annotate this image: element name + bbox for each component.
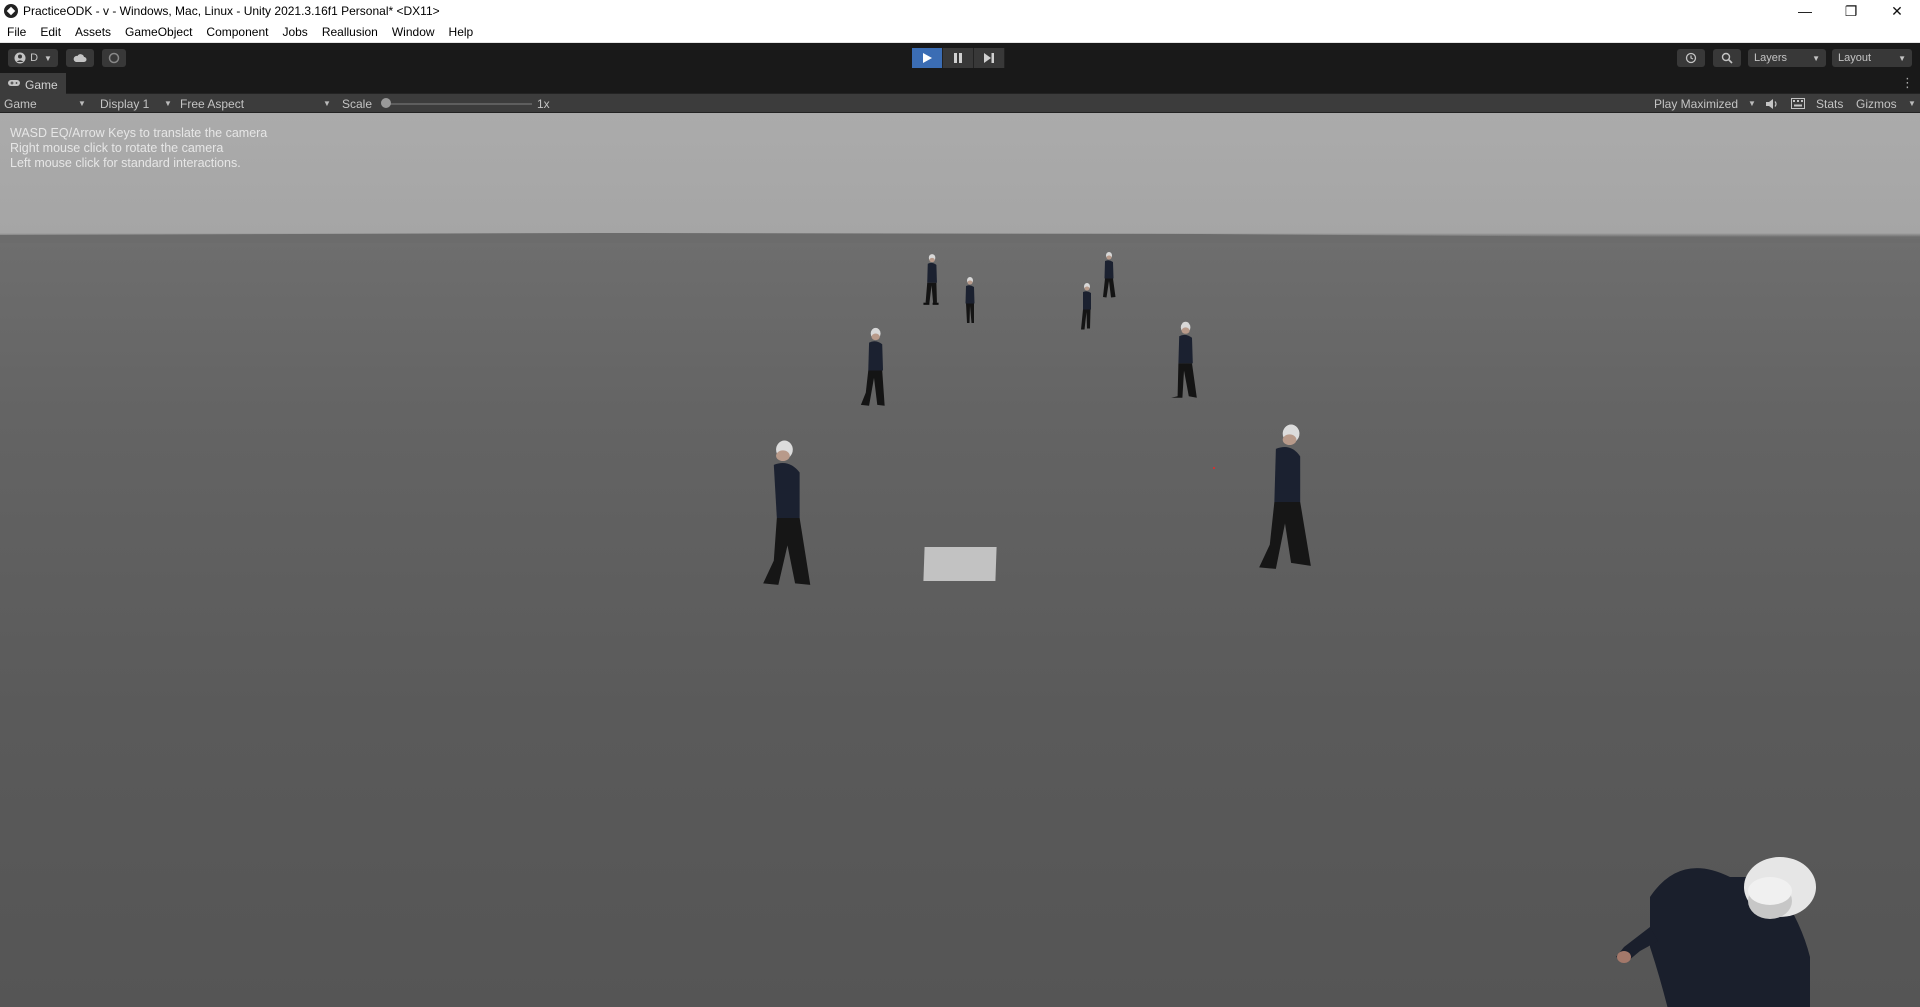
step-button[interactable] <box>974 48 1005 68</box>
chevron-down-icon: ▼ <box>323 99 331 108</box>
tab-game-label: Game <box>25 77 58 92</box>
shortcut-overlay-button[interactable] <box>1791 94 1805 113</box>
kebab-menu-icon[interactable]: ⋮ <box>1901 75 1914 91</box>
window-title-bar: PracticeODK - v - Windows, Mac, Linux - … <box>0 0 1920 22</box>
chevron-down-icon: ▼ <box>1898 53 1906 63</box>
collab-icon <box>108 52 120 64</box>
aspect-select[interactable]: Free Aspect ▼ <box>180 94 334 113</box>
pause-button[interactable] <box>943 48 974 68</box>
search-button[interactable] <box>1713 49 1741 67</box>
account-icon <box>14 52 26 64</box>
scale-slider-track[interactable] <box>386 103 532 105</box>
instruction-line: Right mouse click to rotate the camera <box>10 141 224 155</box>
ground-plane-marker <box>923 547 997 581</box>
instruction-line: WASD EQ/Arrow Keys to translate the came… <box>10 126 268 140</box>
character-figure <box>860 327 885 406</box>
gizmos-dropdown[interactable]: Gizmos ▼ <box>1856 94 1916 113</box>
view-select-value: Game <box>4 96 37 111</box>
step-icon <box>984 53 994 63</box>
character-figure <box>923 254 939 305</box>
account-label: D <box>30 52 39 64</box>
character-figure <box>1103 252 1116 298</box>
cloud-icon <box>73 54 87 62</box>
layers-dropdown[interactable]: Layers ▼ <box>1748 49 1826 67</box>
layout-dropdown[interactable]: Layout ▼ <box>1832 49 1912 67</box>
close-icon[interactable]: ✕ <box>1874 0 1920 22</box>
menu-gameobject[interactable]: GameObject <box>118 25 199 39</box>
target-marker <box>1213 467 1215 469</box>
account-dropdown[interactable]: D ▼ <box>8 49 58 67</box>
chevron-down-icon: ▼ <box>1812 53 1820 63</box>
minimize-icon[interactable]: — <box>1782 0 1828 22</box>
view-select[interactable]: Game ▼ <box>4 94 88 113</box>
menu-edit[interactable]: Edit <box>33 25 68 39</box>
menu-window[interactable]: Window <box>385 25 442 39</box>
menu-help[interactable]: Help <box>442 25 481 39</box>
speaker-icon <box>1766 98 1777 109</box>
aspect-select-value: Free Aspect <box>180 96 245 111</box>
stats-button[interactable]: Stats <box>1816 94 1843 113</box>
game-view-toolbar: Game ▼ Display 1 ▼ Free Aspect ▼ Scale 1… <box>0 94 1920 113</box>
play-icon <box>922 53 932 63</box>
chevron-down-icon: ▼ <box>164 99 172 108</box>
scale-value: 1x <box>537 96 550 111</box>
tab-row: Game ⋮ <box>0 73 1920 94</box>
pause-icon <box>954 53 962 63</box>
main-toolbar: D ▼ Layers ▼ Layout ▼ <box>0 43 1920 73</box>
cloud-button[interactable] <box>66 49 94 67</box>
unity-logo-icon <box>4 4 18 18</box>
scale-label: Scale <box>342 96 373 111</box>
character-figure <box>965 277 975 323</box>
gamepad-icon <box>8 79 20 90</box>
game-viewport[interactable]: WASD EQ/Arrow Keys to translate the came… <box>0 113 1920 1007</box>
menu-component[interactable]: Component <box>199 25 275 39</box>
window-title: PracticeODK - v - Windows, Mac, Linux - … <box>23 4 440 18</box>
menu-file[interactable]: File <box>0 25 33 39</box>
scale-slider-handle[interactable] <box>381 98 391 108</box>
menu-reallusion[interactable]: Reallusion <box>315 25 385 39</box>
menu-assets[interactable]: Assets <box>68 25 118 39</box>
instruction-line: Left mouse click for standard interactio… <box>10 156 241 170</box>
play-controls <box>912 48 1005 68</box>
play-mode-select[interactable]: Play Maximized ▼ <box>1654 94 1758 113</box>
chevron-down-icon: ▼ <box>1748 99 1756 108</box>
character-closeup <box>1616 857 1816 1007</box>
character-figure <box>1259 424 1311 569</box>
search-icon <box>1721 52 1733 64</box>
keyboard-icon <box>1791 98 1805 109</box>
play-mode-value: Play Maximized <box>1654 96 1739 111</box>
camera-instructions: WASD EQ/Arrow Keys to translate the came… <box>10 126 267 171</box>
window-controls: — ❐ ✕ <box>1782 0 1920 22</box>
history-icon <box>1685 52 1697 64</box>
display-select[interactable]: Display 1 ▼ <box>100 94 172 113</box>
display-select-value: Display 1 <box>100 96 150 111</box>
menu-jobs[interactable]: Jobs <box>275 25 314 39</box>
chevron-down-icon: ▼ <box>1908 99 1916 108</box>
character-figure <box>1171 321 1197 398</box>
character-figure <box>763 440 811 585</box>
ground-horizon <box>0 233 1920 243</box>
menu-bar: File Edit Assets GameObject Component Jo… <box>0 22 1920 43</box>
character-figure <box>1081 283 1091 330</box>
chevron-down-icon: ▼ <box>78 99 86 108</box>
history-button[interactable] <box>1677 49 1705 67</box>
restore-icon[interactable]: ❐ <box>1828 0 1874 22</box>
layout-label: Layout <box>1838 52 1872 64</box>
collab-button[interactable] <box>102 49 126 67</box>
chevron-down-icon: ▼ <box>44 53 52 63</box>
tab-game[interactable]: Game <box>0 73 66 94</box>
play-button[interactable] <box>912 48 943 68</box>
layers-label: Layers <box>1754 52 1788 64</box>
gizmos-label: Gizmos <box>1856 96 1897 111</box>
mute-audio-button[interactable] <box>1766 94 1779 113</box>
